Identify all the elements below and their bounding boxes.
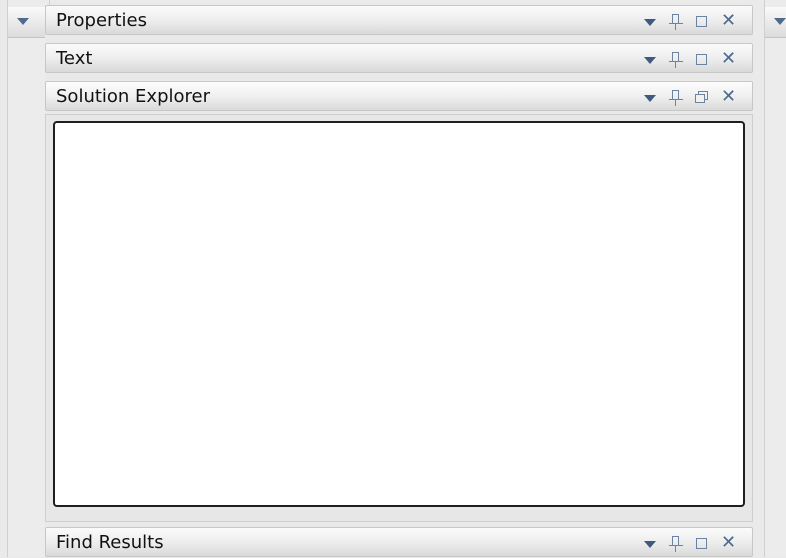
maximize-icon[interactable] xyxy=(688,6,716,36)
panel-header-solution-explorer[interactable]: Solution Explorer ✕ xyxy=(45,81,753,111)
restore-icon[interactable] xyxy=(688,82,716,112)
pin-icon[interactable] xyxy=(662,44,690,74)
pin-icon[interactable] xyxy=(662,528,690,558)
left-dock-strip xyxy=(7,0,50,557)
dock-panel-container: Properties ✕ Text ✕ Solution Explorer ✕ … xyxy=(45,5,753,557)
right-dock-header[interactable] xyxy=(765,7,786,38)
dropdown-arrow-icon[interactable] xyxy=(636,82,664,112)
solution-explorer-frame xyxy=(45,114,753,522)
solution-explorer-content[interactable] xyxy=(53,121,745,507)
panel-title: Find Results xyxy=(56,532,164,553)
panel-title: Text xyxy=(56,48,93,69)
left-dock-header[interactable] xyxy=(8,7,49,38)
pin-icon[interactable] xyxy=(662,6,690,36)
panel-header-text[interactable]: Text ✕ xyxy=(45,43,753,73)
dropdown-arrow-icon[interactable] xyxy=(636,6,664,36)
panel-header-find-results[interactable]: Find Results ✕ xyxy=(45,527,753,557)
pin-icon[interactable] xyxy=(662,82,690,112)
close-icon[interactable]: ✕ xyxy=(715,82,743,112)
maximize-icon[interactable] xyxy=(688,528,716,558)
dropdown-arrow-icon[interactable] xyxy=(774,18,786,25)
dropdown-arrow-icon[interactable] xyxy=(636,44,664,74)
dropdown-arrow-icon[interactable] xyxy=(636,528,664,558)
right-dock-strip xyxy=(764,0,786,557)
close-icon[interactable]: ✕ xyxy=(715,44,743,74)
close-icon[interactable]: ✕ xyxy=(715,528,743,558)
dropdown-arrow-icon[interactable] xyxy=(17,18,29,25)
panel-title: Solution Explorer xyxy=(56,86,210,107)
panel-header-properties[interactable]: Properties ✕ xyxy=(45,5,753,35)
panel-title: Properties xyxy=(56,10,147,31)
maximize-icon[interactable] xyxy=(688,44,716,74)
close-icon[interactable]: ✕ xyxy=(715,6,743,36)
